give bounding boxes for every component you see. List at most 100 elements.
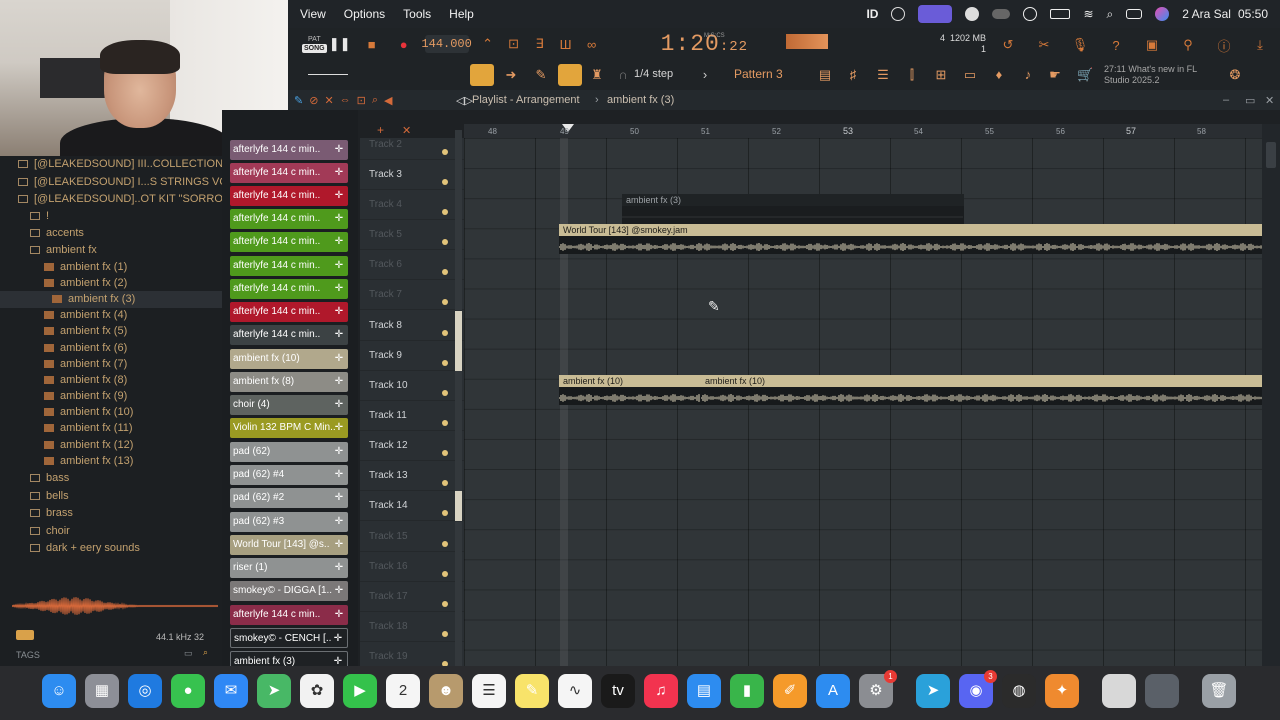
pattern-select[interactable]: Pattern 3 (734, 67, 783, 81)
track-resize-grip[interactable] (455, 250, 462, 280)
record-icon[interactable]: ● (393, 33, 415, 55)
plugin-database-icon[interactable]: ♦ (992, 68, 1006, 82)
channel-button[interactable]: pad (62) ✛ (230, 442, 348, 462)
channel-move-icon[interactable]: ✛ (333, 279, 345, 299)
obs-dock-icon[interactable]: ◍ (1002, 674, 1036, 708)
help-icon[interactable]: ? (1105, 34, 1127, 56)
track-header[interactable]: Track 4 (360, 190, 464, 220)
mail-dock-icon[interactable]: ✉ (214, 674, 248, 708)
routing-icon[interactable]: ⊞ (934, 68, 948, 82)
browser-item[interactable]: choir (0, 523, 222, 540)
browser-item[interactable]: [@LEAKEDSOUND] III..COLLECTION 2025 (0, 156, 222, 173)
channel-move-icon[interactable]: ✛ (333, 232, 345, 252)
telegram-dock-icon[interactable]: ➤ (916, 674, 950, 708)
touch-keyboard-icon[interactable]: ♪ (1021, 68, 1035, 82)
channel-move-icon[interactable]: ✛ (333, 140, 345, 160)
playlist-speaker-icon[interactable]: ◁▷ (456, 94, 473, 107)
track-resize-grip[interactable] (455, 190, 462, 220)
track-header[interactable]: Track 15 (360, 522, 464, 552)
channel-button[interactable]: smokey© - DIGGA [1.. ✛ (230, 581, 348, 601)
channel-move-icon[interactable]: ✛ (333, 605, 345, 625)
browser-item[interactable]: ambient fx (4) (0, 307, 222, 324)
audio-clip[interactable]: ambient fx (10) (559, 375, 701, 405)
track-resize-grip[interactable] (455, 371, 462, 401)
track-header[interactable]: Track 5 (360, 220, 464, 250)
channel-button[interactable]: choir (4) ✛ (230, 395, 348, 415)
shop-icon[interactable]: 🛒 (1077, 68, 1093, 82)
tv-dock-icon[interactable]: tv (601, 674, 635, 708)
siri-icon[interactable] (1155, 7, 1170, 21)
browser-item[interactable]: accents (0, 225, 222, 242)
channel-move-icon[interactable]: ✛ (333, 558, 345, 578)
pause-icon[interactable]: ❚❚ (329, 33, 351, 55)
channel-button[interactable]: afterlyfe 144 c min.. ✛ (230, 163, 348, 183)
channel-button[interactable]: pad (62) #2 ✛ (230, 488, 348, 508)
save-icon[interactable]: ▣ (1141, 34, 1163, 56)
step-edit-icon[interactable]: Ш (555, 33, 577, 55)
cloud-icon[interactable] (992, 9, 1011, 19)
channel-button[interactable]: afterlyfe 144 c min.. ✛ (230, 605, 348, 625)
track-resize-grip[interactable] (455, 431, 462, 461)
finder-dock-icon[interactable]: ☺ (42, 674, 76, 708)
wait-input-icon[interactable]: ⊡ (503, 33, 525, 55)
browser-item[interactable]: [@LEAKEDSOUND] I...S STRINGS VOL. 1 (0, 174, 222, 191)
master-volume-slider[interactable] (308, 74, 348, 75)
app-store-dock-icon[interactable]: A (816, 674, 850, 708)
undo-icon[interactable]: ↺ (997, 34, 1019, 56)
track-resize-grip[interactable] (455, 401, 462, 431)
launchpad-dock-icon[interactable]: ▦ (85, 674, 119, 708)
loop-record-icon[interactable]: ∞ (581, 33, 603, 55)
stop-icon[interactable]: ■ (361, 33, 383, 55)
eq-icon[interactable]: ⫿ (905, 68, 919, 82)
draw-tool-icon[interactable]: ✎ (294, 94, 303, 107)
news-panel[interactable]: 27:11 What's new in FL Studio 2025.2 (1104, 64, 1197, 86)
photos-dock-icon[interactable]: ✿ (300, 674, 334, 708)
mic-icon[interactable]: 🎙 (1069, 34, 1091, 56)
track-mute-led[interactable] (442, 420, 448, 426)
browser-item[interactable]: ! (0, 208, 222, 225)
folder-icon[interactable]: ▭ (184, 648, 193, 659)
slip-tool-icon[interactable]: ⇔ (340, 94, 351, 106)
track-mute-led[interactable] (442, 149, 448, 155)
track-header[interactable]: Track 9 (360, 341, 464, 371)
track-header[interactable]: Track 6 (360, 250, 464, 280)
track-mute-led[interactable] (442, 299, 448, 305)
maps-dock-icon[interactable]: ➤ (257, 674, 291, 708)
screenshot-1-dock-icon[interactable] (1102, 674, 1136, 708)
channel-move-icon[interactable]: ✛ (333, 442, 345, 462)
cut-icon[interactable]: ✂ (1033, 34, 1055, 56)
browser-item[interactable]: ambient fx (5) (0, 323, 222, 340)
track-mute-led[interactable] (442, 450, 448, 456)
control-center-icon[interactable] (1126, 9, 1143, 19)
channel-button[interactable]: afterlyfe 144 c min.. ✛ (230, 232, 348, 252)
channel-button[interactable]: afterlyfe 144 c min.. ✛ (230, 186, 348, 206)
track-resize-grip[interactable] (455, 582, 462, 612)
playlist-minimize-icon[interactable]: – (1223, 94, 1229, 106)
tags-label[interactable]: TAGS (16, 650, 40, 660)
fl-studio-dock-icon[interactable]: ✦ (1045, 674, 1079, 708)
channel-move-icon[interactable]: ✛ (333, 372, 345, 392)
track-header[interactable]: Track 8 (360, 311, 464, 341)
track-mute-led[interactable] (442, 631, 448, 637)
browser-icon[interactable]: ▭ (963, 68, 977, 82)
menu-help[interactable]: Help (443, 7, 480, 21)
track-mute-led[interactable] (442, 360, 448, 366)
numbers-dock-icon[interactable]: ▮ (730, 674, 764, 708)
track-header[interactable]: Track 7 (360, 280, 464, 310)
reminders-dock-icon[interactable]: ☰ (472, 674, 506, 708)
browser-search-icon[interactable]: ⌕ (203, 647, 208, 658)
pattern-prev-icon[interactable]: › (698, 68, 712, 82)
wifi-icon[interactable]: ≋ (1083, 7, 1093, 21)
piano-roll-icon[interactable] (470, 64, 494, 86)
magnet-icon[interactable]: ∩ (616, 68, 630, 82)
tempo-tapper-icon[interactable]: ☛ (1048, 68, 1062, 82)
input-source-label[interactable]: ID (866, 7, 878, 21)
stamp-icon[interactable]: ♜ (590, 68, 604, 82)
channel-button[interactable]: World Tour [143] @s.. ✛ (230, 535, 348, 555)
menu-tools[interactable]: Tools (397, 7, 437, 21)
track-header[interactable]: Track 2 (360, 130, 464, 160)
channel-move-icon[interactable]: ✛ (333, 512, 345, 532)
track-resize-grip[interactable] (455, 311, 462, 341)
menubar-time[interactable]: 05:50 (1238, 7, 1268, 21)
keynote-dock-icon[interactable]: ▤ (687, 674, 721, 708)
